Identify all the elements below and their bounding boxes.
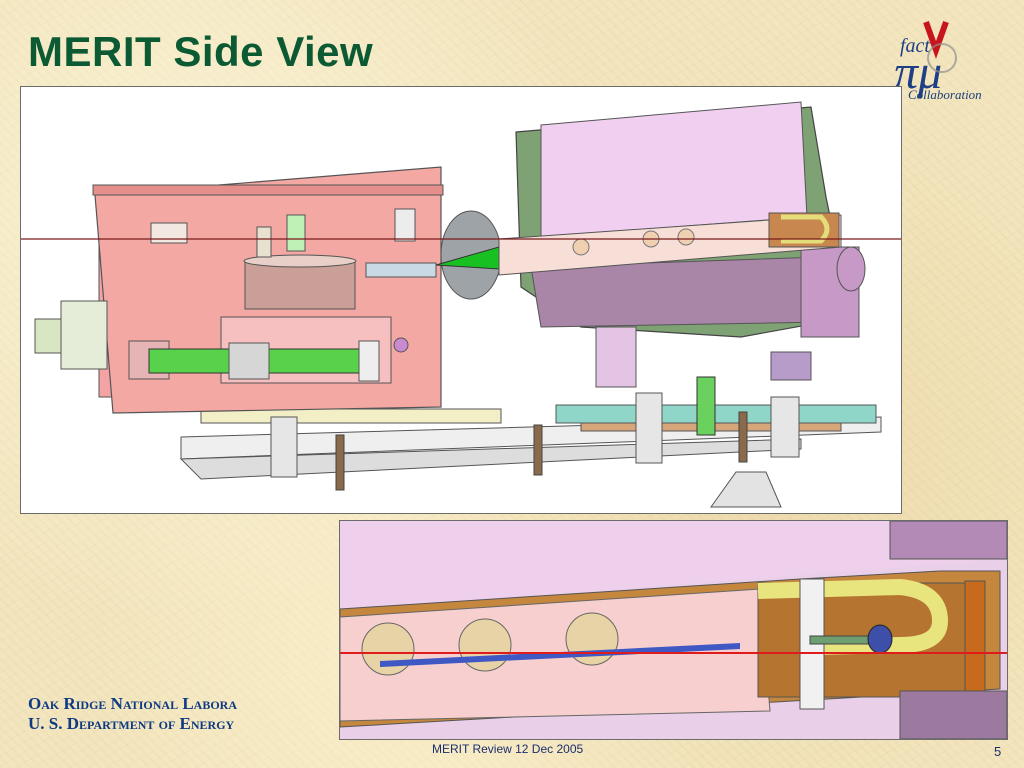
main-cad-drawing (21, 101, 901, 508)
detail-cad-drawing (340, 521, 1007, 739)
main-cad-figure (20, 86, 902, 514)
footer-review-date: MERIT Review 12 Dec 2005 (432, 742, 584, 756)
logo-label: Collaboration (908, 87, 982, 102)
organization-line-1: Oak Ridge National Labora (28, 694, 237, 713)
organization-name: Oak Ridge National Labora U. S. Departme… (28, 694, 237, 734)
page-number: 5 (994, 744, 1002, 759)
slide-title: MERIT Side View (28, 28, 374, 75)
detail-cad-figure (339, 520, 1008, 740)
organization-line-2: U. S. Department of Energy (28, 714, 235, 733)
